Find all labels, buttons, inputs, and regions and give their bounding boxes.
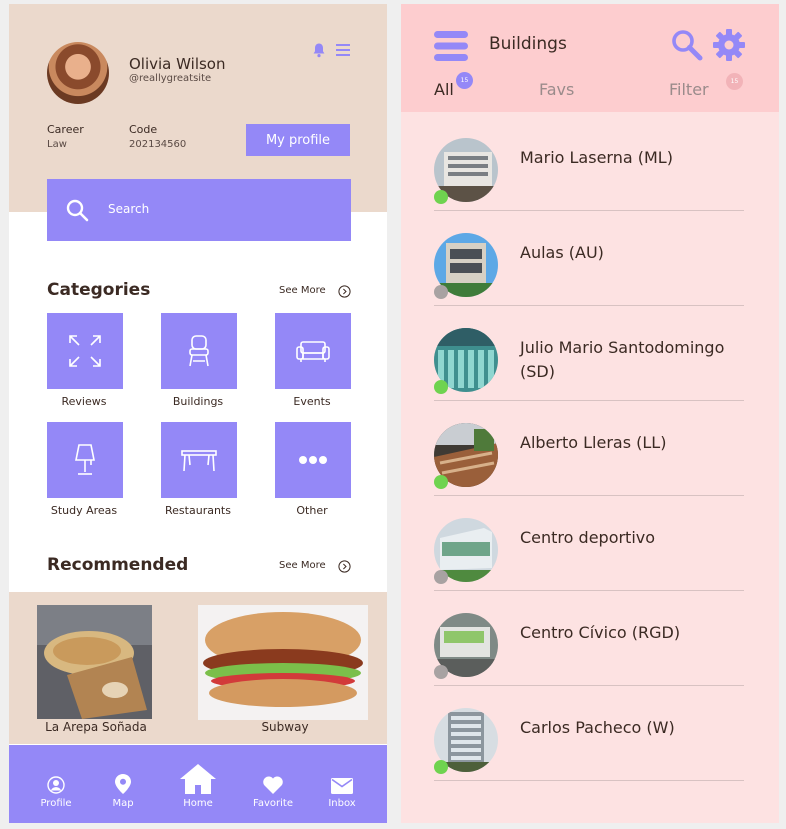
gear-icon[interactable]: [712, 28, 746, 62]
page-title: Buildings: [489, 34, 567, 54]
bell-icon[interactable]: [311, 42, 327, 58]
search-placeholder: Search: [108, 202, 150, 216]
status-dot: [434, 760, 448, 774]
nav-inbox[interactable]: Inbox: [317, 745, 367, 823]
status-dot: [434, 475, 448, 489]
mail-icon: [331, 778, 353, 794]
category-label: Study Areas: [50, 504, 118, 517]
recommended-see-more[interactable]: See More: [279, 560, 326, 571]
building-item-rgd[interactable]: Centro Cívico (RGD): [401, 591, 779, 686]
recommended-item-label[interactable]: La Arepa Soñada: [37, 720, 155, 734]
category-buildings[interactable]: [161, 313, 237, 389]
building-item-sd[interactable]: Julio Mario Santodomingo (SD): [401, 306, 779, 401]
category-label: Restaurants: [165, 504, 231, 517]
building-name: Alberto Lleras (LL): [520, 433, 667, 452]
category-label: Buildings: [172, 395, 224, 408]
building-name: Aulas (AU): [520, 243, 604, 262]
sofa-icon: [296, 341, 330, 362]
search-icon[interactable]: [671, 29, 703, 61]
user-handle: @reallygreatsite: [129, 73, 212, 84]
status-dot: [434, 190, 448, 204]
career-value: Law: [47, 139, 67, 150]
user-name: Olivia Wilson: [129, 55, 226, 73]
nav-label: Map: [112, 798, 134, 809]
tab-all[interactable]: All: [434, 80, 454, 99]
home-icon: [180, 764, 216, 794]
chevron-right-circle-icon[interactable]: [338, 285, 351, 298]
status-dot: [434, 570, 448, 584]
search-bar[interactable]: Search: [47, 179, 351, 241]
map-pin-icon: [115, 774, 131, 794]
avatar[interactable]: [47, 42, 109, 104]
category-other[interactable]: [275, 422, 351, 498]
divider: [434, 780, 744, 781]
status-dot: [434, 380, 448, 394]
career-label: Career: [47, 123, 84, 136]
profile-icon: [47, 776, 65, 794]
category-label: Other: [296, 504, 328, 517]
category-label: Reviews: [61, 395, 107, 408]
category-events[interactable]: [275, 313, 351, 389]
category-study-areas[interactable]: [47, 422, 123, 498]
status-dot: [434, 665, 448, 679]
category-label: Events: [293, 395, 331, 408]
heart-icon: [263, 776, 283, 794]
recommended-item-label[interactable]: Subway: [225, 720, 345, 734]
nav-favorite[interactable]: Favorite: [248, 745, 298, 823]
code-label: Code: [129, 123, 158, 136]
search-icon: [66, 199, 89, 222]
building-name: Centro Cívico (RGD): [520, 623, 681, 642]
bottom-navigation: Profile Map Home Favorite Inbox: [9, 745, 387, 823]
nav-profile[interactable]: Profile: [31, 745, 81, 823]
building-name: Mario Laserna (ML): [520, 148, 673, 167]
my-profile-button[interactable]: My profile: [246, 124, 350, 156]
tab-filter-badge: 15: [726, 73, 743, 90]
code-value: 202134560: [129, 139, 187, 150]
recommended-title: Recommended: [47, 555, 189, 575]
buildings-screen: Buildings All 15 Favs Filter 15 Mario La…: [401, 4, 779, 823]
nav-map[interactable]: Map: [98, 745, 148, 823]
hamburger-menu-icon[interactable]: [434, 31, 468, 61]
nav-home[interactable]: Home: [173, 745, 223, 823]
building-name: Carlos Pacheco (W): [520, 718, 675, 737]
chair-icon: [189, 335, 209, 367]
nav-label: Profile: [40, 798, 72, 809]
nav-label: Home: [183, 798, 213, 809]
lamp-icon: [75, 444, 95, 475]
building-name: Centro deportivo: [520, 528, 656, 547]
building-name: Julio Mario Santodomingo (SD): [520, 338, 725, 381]
category-restaurants[interactable]: [161, 422, 237, 498]
building-item-ml[interactable]: Mario Laserna (ML): [401, 116, 779, 211]
more-dots-icon: [299, 456, 327, 464]
tab-all-badge: 15: [456, 72, 473, 89]
expand-arrows-icon: [69, 335, 101, 367]
nav-label: Inbox: [328, 798, 356, 809]
building-item-ll[interactable]: Alberto Lleras (LL): [401, 401, 779, 496]
home-screen: Olivia Wilson @reallygreatsite Career La…: [9, 4, 387, 823]
building-item-centro-deportivo[interactable]: Centro deportivo: [401, 496, 779, 591]
subway-image[interactable]: [198, 605, 368, 720]
category-reviews[interactable]: [47, 313, 123, 389]
table-icon: [181, 450, 217, 472]
arepa-image[interactable]: [37, 605, 152, 719]
menu-icon[interactable]: [336, 44, 350, 56]
building-item-au[interactable]: Aulas (AU): [401, 211, 779, 306]
categories-title: Categories: [47, 280, 151, 300]
categories-see-more[interactable]: See More: [279, 285, 326, 296]
status-dot: [434, 285, 448, 299]
tab-filter[interactable]: Filter: [669, 80, 709, 99]
nav-label: Favorite: [253, 798, 293, 809]
tab-favs[interactable]: Favs: [539, 80, 574, 99]
chevron-right-circle-icon[interactable]: [338, 560, 351, 573]
building-item-w[interactable]: Carlos Pacheco (W): [401, 686, 779, 781]
